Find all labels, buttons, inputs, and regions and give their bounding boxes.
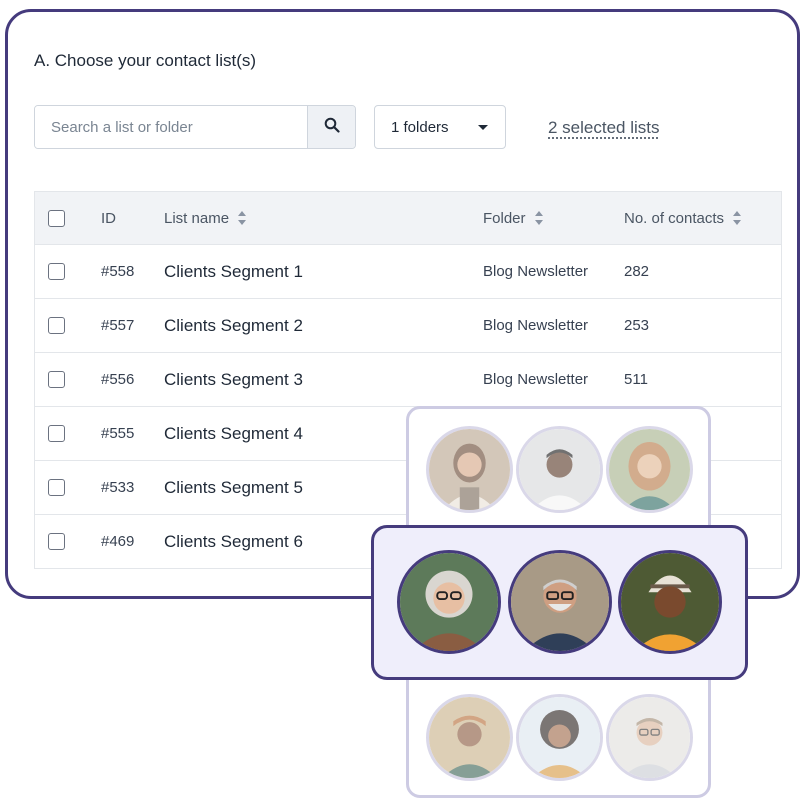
- column-header-list-name[interactable]: List name: [164, 192, 247, 244]
- contact-avatar: [606, 694, 693, 781]
- search-input[interactable]: [35, 106, 307, 148]
- row-list-name: Clients Segment 1: [164, 261, 303, 281]
- row-contacts: 253: [624, 317, 650, 334]
- row-id: #469: [101, 533, 135, 550]
- row-id: #557: [101, 317, 135, 334]
- sort-icon: [534, 209, 544, 227]
- folder-dropdown-label: 1 folders: [391, 118, 449, 136]
- select-all-checkbox[interactable]: [48, 209, 65, 227]
- row-checkbox[interactable]: [48, 533, 65, 550]
- row-id: #558: [101, 263, 135, 280]
- row-list-name: Clients Segment 4: [164, 423, 303, 443]
- contact-avatar: [618, 550, 722, 654]
- contact-avatar: [516, 426, 603, 513]
- table-row[interactable]: #558 Clients Segment 1 Blog Newsletter 2…: [35, 245, 781, 299]
- column-header-folder-label: Folder: [483, 209, 526, 227]
- contact-avatar: [508, 550, 612, 654]
- row-id: #555: [101, 425, 135, 442]
- row-checkbox[interactable]: [48, 263, 65, 280]
- row-id: #533: [101, 479, 135, 496]
- column-header-contacts[interactable]: No. of contacts: [624, 192, 742, 244]
- selected-lists-link[interactable]: 2 selected lists: [548, 118, 660, 138]
- row-checkbox[interactable]: [48, 479, 65, 496]
- sort-icon: [732, 209, 742, 227]
- row-folder: Blog Newsletter: [483, 317, 589, 334]
- contact-avatar: [516, 694, 603, 781]
- row-contacts: 282: [624, 263, 650, 280]
- row-contacts: 511: [624, 371, 648, 388]
- column-header-list-name-label: List name: [164, 209, 230, 227]
- contact-avatar: [606, 426, 693, 513]
- column-header-folder[interactable]: Folder: [483, 192, 544, 244]
- search-box: [34, 105, 356, 149]
- row-folder: Blog Newsletter: [483, 263, 589, 280]
- contact-avatar: [397, 550, 501, 654]
- row-id: #556: [101, 371, 135, 388]
- section-title: A. Choose your contact list(s): [34, 51, 257, 70]
- row-list-name: Clients Segment 2: [164, 315, 303, 335]
- row-list-name: Clients Segment 6: [164, 531, 303, 551]
- search-button[interactable]: [307, 106, 355, 148]
- row-checkbox[interactable]: [48, 371, 65, 388]
- contact-avatar: [426, 694, 513, 781]
- row-list-name: Clients Segment 5: [164, 477, 303, 497]
- column-header-id: ID: [101, 209, 116, 227]
- table-row[interactable]: #556 Clients Segment 3 Blog Newsletter 5…: [35, 353, 781, 407]
- caret-down-icon: [477, 119, 489, 136]
- row-checkbox[interactable]: [48, 317, 65, 334]
- contact-avatar: [426, 426, 513, 513]
- row-list-name: Clients Segment 3: [164, 369, 303, 389]
- row-folder: Blog Newsletter: [483, 371, 589, 388]
- row-checkbox[interactable]: [48, 425, 65, 442]
- sort-icon: [237, 209, 247, 227]
- folder-dropdown[interactable]: 1 folders: [374, 105, 506, 149]
- search-icon: [324, 117, 340, 138]
- table-row[interactable]: #557 Clients Segment 2 Blog Newsletter 2…: [35, 299, 781, 353]
- column-header-contacts-label: No. of contacts: [624, 209, 725, 227]
- table-header: ID List name Folder No. of contacts: [35, 192, 781, 245]
